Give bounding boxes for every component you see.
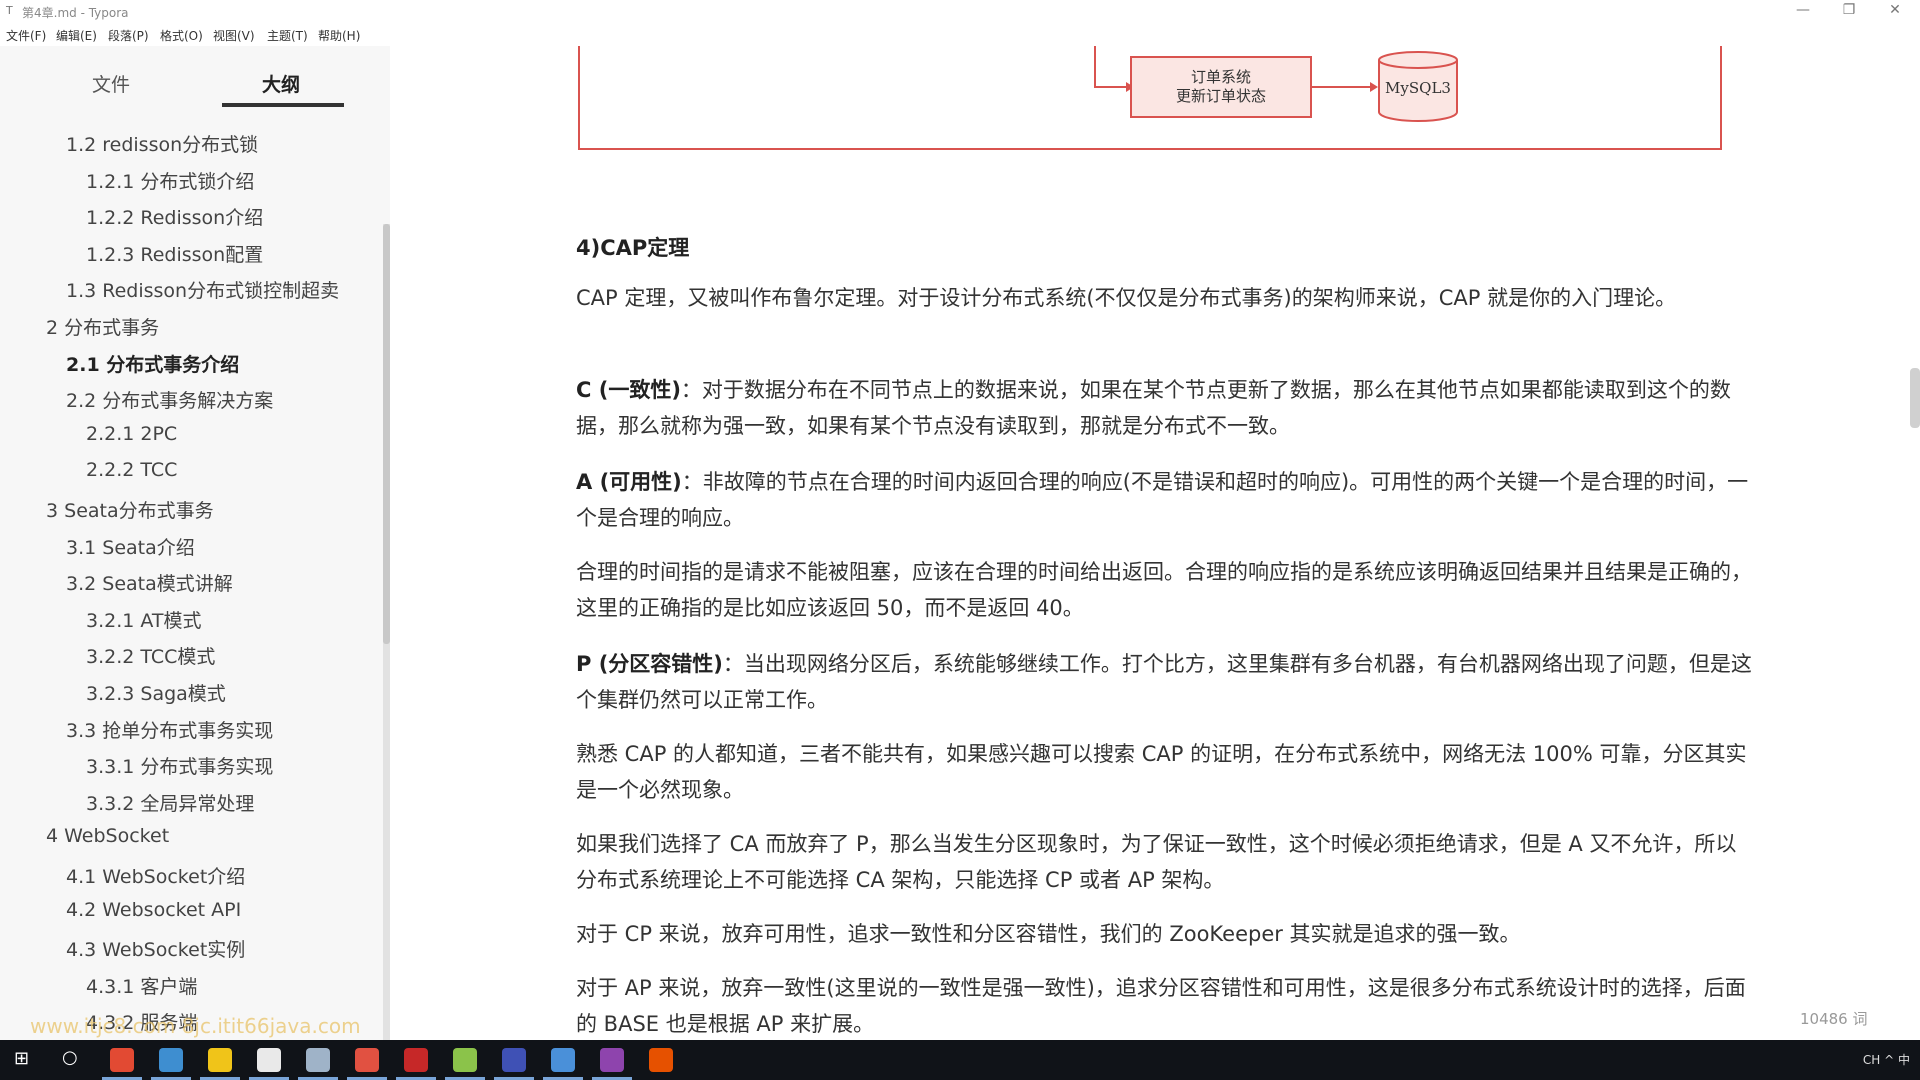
paragraph-reasonable-time: 合理的时间指的是请求不能被阻塞，应该在合理的时间给出返回。合理的响应指的是系统应… (576, 560, 1752, 620)
outline-item[interactable]: 2 分布式事务 (46, 313, 159, 340)
outline-item[interactable]: 1.2.2 Redisson介绍 (86, 203, 263, 230)
watermark: www.itjc8.com 8jc.itit66java.com (30, 1014, 361, 1038)
order-box-line2: 更新订单状态 (1175, 87, 1266, 105)
taskbar-app-icon[interactable] (600, 1048, 624, 1072)
paragraph-availability: A (可用性)：非故障的节点在合理的时间内返回合理的响应(不是错误和超时的响应)… (576, 464, 1756, 536)
taskbar-app-icon[interactable] (404, 1048, 428, 1072)
taskbar-app-icon[interactable] (551, 1048, 575, 1072)
paragraph-ap: 对于 AP 来说，放弃一致性(这里说的一致性是强一致性)，追求分区容错性和可用性… (576, 976, 1746, 1036)
maximize-button[interactable]: ❐ (1834, 2, 1864, 18)
menu-format[interactable]: 格式(O) (160, 27, 203, 44)
section-heading: 4)CAP定理 (576, 236, 690, 260)
taskbar-app-icon[interactable] (110, 1048, 134, 1072)
system-tray[interactable]: CH ^ 中 (1863, 1051, 1910, 1068)
outline-item[interactable]: 3.2 Seata模式讲解 (66, 569, 233, 596)
outline-item[interactable]: 2.2.2 TCC (86, 459, 177, 481)
tab-outline[interactable]: 大纲 (262, 70, 300, 97)
paragraph-familiar: 熟悉 CAP 的人都知道，三者不能共有，如果感兴趣可以搜索 CAP 的证明，在分… (576, 742, 1747, 802)
outline-item[interactable]: 3.2.1 AT模式 (86, 606, 202, 633)
outline-item[interactable]: 1.3 Redisson分布式锁控制超卖 (66, 276, 339, 303)
windows-start-icon[interactable]: ⊞ (14, 1048, 29, 1069)
taskbar-app-icon[interactable] (355, 1048, 379, 1072)
editor-content[interactable]: 订单系统 更新订单状态 MySQL3 4)CAP定理 CAP 定理，又被叫作布鲁… (390, 46, 1920, 1040)
outline-item[interactable]: 4.2 Websocket API (66, 899, 241, 921)
menu-paragraph[interactable]: 段落(P) (108, 27, 149, 44)
menu-bar: 文件(F) 编辑(E) 段落(P) 格式(O) 视图(V) 主题(T) 帮助(H… (0, 24, 1920, 46)
word-count[interactable]: 10486 词 (1800, 1008, 1868, 1029)
outline-item[interactable]: 3.2.2 TCC模式 (86, 642, 215, 669)
outline-item[interactable]: 3.3.1 分布式事务实现 (86, 752, 273, 779)
menu-view[interactable]: 视图(V) (213, 27, 255, 44)
partition-text: ：当出现网络分区后，系统能够继续工作。打个比方，这里集群有多台机器，有台机器网络… (576, 652, 1752, 712)
sidebar: 文件 大纲 1.2 redisson分布式锁 1.2.1 分布式锁介绍 1.2.2 … (0, 46, 390, 1040)
database-label: MySQL3 (1385, 79, 1451, 97)
paragraph-partition: P (分区容错性)：当出现网络分区后，系统能够继续工作。打个比方，这里集群有多台… (576, 646, 1756, 718)
availability-text: ：非故障的节点在合理的时间内返回合理的响应(不是错误和超时的响应)。可用性的两个… (576, 470, 1749, 530)
outline-item[interactable]: 3.2.3 Saga模式 (86, 679, 226, 706)
editor-scrollbar-thumb[interactable] (1910, 368, 1920, 428)
title-bar: T 第4章.md - Typora — ❐ ✕ (0, 0, 1920, 24)
minimize-button[interactable]: — (1788, 2, 1818, 18)
outline-item[interactable]: 4.3.1 客户端 (86, 972, 197, 999)
outline-item[interactable]: 2.1 分布式事务介绍 (66, 350, 239, 377)
taskbar-app-icon[interactable] (208, 1048, 232, 1072)
taskbar-app-icon[interactable] (257, 1048, 281, 1072)
consistency-text: ：对于数据分布在不同节点上的数据来说，如果在某个节点更新了数据，那么在其他节点如… (576, 378, 1731, 438)
search-icon[interactable]: ○ (62, 1047, 78, 1068)
availability-label: A (可用性) (576, 470, 682, 494)
consistency-label: C (一致性) (576, 378, 681, 402)
close-button[interactable]: ✕ (1880, 2, 1910, 18)
outline-item[interactable]: 4.1 WebSocket介绍 (66, 862, 245, 889)
outline-item[interactable]: 4 WebSocket (46, 825, 169, 847)
paragraph-cp: 对于 CP 来说，放弃可用性，追求一致性和分区容错性，我们的 ZooKeeper… (576, 922, 1521, 946)
outline-item[interactable]: 2.2.1 2PC (86, 423, 177, 445)
menu-edit[interactable]: 编辑(E) (56, 27, 97, 44)
taskbar-app-icon[interactable] (159, 1048, 183, 1072)
outline-item[interactable]: 4.3 WebSocket实例 (66, 935, 245, 962)
active-tab-indicator (222, 103, 344, 107)
taskbar-app-icon[interactable] (649, 1048, 673, 1072)
tab-files[interactable]: 文件 (92, 70, 130, 97)
outline-item[interactable]: 1.2 redisson分布式锁 (66, 130, 258, 157)
partition-label: P (分区容错性) (576, 652, 723, 676)
paragraph-ca: 如果我们选择了 CA 而放弃了 P，那么当发生分区现象时，为了保证一致性，这个时… (576, 832, 1737, 892)
window-title: 第4章.md - Typora (22, 6, 129, 20)
order-box-line1: 订单系统 (1190, 68, 1251, 86)
order-system-box: 订单系统 更新订单状态 (1130, 56, 1312, 118)
menu-file[interactable]: 文件(F) (6, 27, 46, 44)
outline-item[interactable]: 3 Seata分布式事务 (46, 496, 214, 523)
menu-help[interactable]: 帮助(H) (318, 27, 360, 44)
paragraph-intro: CAP 定理，又被叫作布鲁尔定理。对于设计分布式系统(不仅仅是分布式事务)的架构… (576, 286, 1677, 310)
app-icon: T (6, 4, 13, 17)
outline-item[interactable]: 3.3 抢单分布式事务实现 (66, 716, 273, 743)
outline-item[interactable]: 1.2.1 分布式锁介绍 (86, 167, 254, 194)
outline-item[interactable]: 1.2.3 Redisson配置 (86, 240, 263, 267)
taskbar: ⊞ ○ CH ^ 中 (0, 1040, 1920, 1080)
taskbar-app-icon[interactable] (453, 1048, 477, 1072)
taskbar-app-icon[interactable] (502, 1048, 526, 1072)
outline-item[interactable]: 3.3.2 全局异常处理 (86, 789, 254, 816)
sidebar-scrollbar-thumb[interactable] (383, 224, 390, 644)
paragraph-consistency: C (一致性)：对于数据分布在不同节点上的数据来说，如果在某个节点更新了数据，那… (576, 372, 1756, 444)
outline-item[interactable]: 3.1 Seata介绍 (66, 533, 195, 560)
menu-theme[interactable]: 主题(T) (267, 27, 308, 44)
outline-item[interactable]: 2.2 分布式事务解决方案 (66, 386, 273, 413)
taskbar-app-icon[interactable] (306, 1048, 330, 1072)
